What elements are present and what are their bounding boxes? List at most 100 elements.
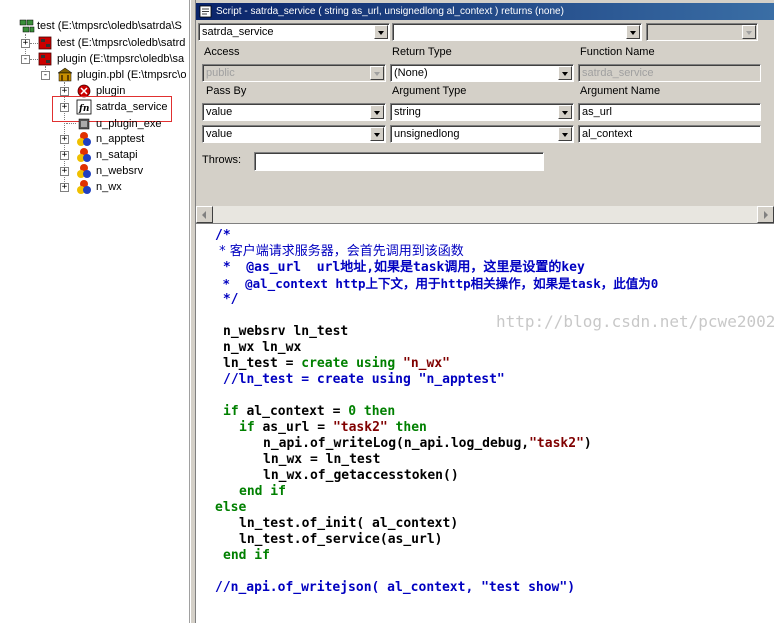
ancestor-selector[interactable] [646,23,758,41]
expand-toggle[interactable]: + [60,183,69,192]
return-type-value: (None) [394,67,428,79]
throws-label: Throws: [202,154,242,166]
dropdown-arrow-icon[interactable] [742,25,756,39]
tree-node-label: n_wx [96,181,122,193]
system-tree-panel: test (E:\tmpsrc\oledb\satrda\S + test (E… [0,0,190,623]
code-line: ln_test.of_init( al_context) [239,516,459,531]
function-name-label: Function Name [580,46,655,58]
code-line: ln_wx = ln_test [263,452,381,467]
code-keyword: then [387,420,427,435]
dropdown-arrow-icon[interactable] [374,25,388,39]
code-editor[interactable]: /* * 客户端请求服务器，会首先调用到该函数 * @as_url url地址,… [196,223,774,623]
code-comment-line: //ln_test = create using "n_apptest" [223,372,505,387]
arg2-type-value: unsignedlong [394,128,460,140]
tree-node-n-websrv[interactable]: + n_websrv [0,163,189,179]
expand-toggle[interactable]: + [60,135,69,144]
code-keyword: if [223,404,239,419]
arg2-pass-by-select[interactable]: value [202,125,386,143]
event-selector[interactable] [392,23,642,41]
tree-node-label: n_apptest [96,133,145,145]
arg1-name-field[interactable]: as_url [578,103,761,121]
code-line: * @al_context http上下文，用于http相关操作，如果是task… [215,276,659,291]
script-window-icon [199,5,212,18]
code-keyword: then [356,404,396,419]
arg1-pass-by-select[interactable]: value [202,103,386,121]
nonvisual-object-icon [77,132,91,146]
code-token: n_api.of_writeLog(n_api.log_debug, [263,436,530,451]
tree-node-label: test (E:\tmpsrc\oledb\satrd [57,37,186,49]
tree-node-plugin-target[interactable]: - plugin (E:\tmpsrc\oledb\sa [0,51,189,67]
arg1-type-value: string [394,106,421,118]
arg2-pass-by-value: value [206,128,233,140]
script-painter: Script - satrda_service ( string as_url,… [196,0,774,623]
tree-node-test-target[interactable]: + test (E:\tmpsrc\oledb\satrd [0,35,189,51]
function-name-value: satrda_service [582,67,654,79]
code-line: if as_url = "task2" then [239,420,427,436]
code-string: "task2" [529,436,584,451]
code-line: * 客户端请求服务器，会首先调用到该函数 [215,244,464,259]
code-line: /* [215,228,231,243]
expand-toggle[interactable]: + [60,167,69,176]
horizontal-scrollbar[interactable] [196,206,774,223]
code-string: "n_wx" [403,356,450,371]
function-name-field[interactable]: satrda_service [578,64,761,82]
tree-node-label: u_plugin_exe [96,118,162,130]
script-window-titlebar[interactable]: Script - satrda_service ( string as_url,… [196,3,774,20]
code-line: * @as_url url地址,如果是task调用，这里是设置的key [215,260,585,275]
access-select[interactable]: public [202,64,386,82]
return-type-select[interactable]: (None) [390,64,574,82]
arg1-name-value: as_url [582,106,612,118]
return-type-label: Return Type [392,46,452,58]
tree-node-library[interactable]: - plugin.pbl (E:\tmpsrc\o [0,67,189,83]
scroll-left-button[interactable] [196,206,213,223]
throws-field[interactable] [254,152,544,171]
object-selector-value: satrda_service [202,26,274,38]
watermark: http://blog.csdn.net/pcwe2002 [496,312,774,331]
tree-node-u-plugin-exe[interactable]: u_plugin_exe [0,116,189,132]
nonvisual-object-icon [77,180,91,194]
workspace-icon [19,19,35,33]
scroll-right-button[interactable] [757,206,774,223]
arg2-name-value: al_context [582,128,633,140]
tree-node-workspace[interactable]: test (E:\tmpsrc\oledb\satrda\S [0,18,189,34]
tree-node-n-wx[interactable]: + n_wx [0,179,189,195]
tree-node-label: test (E:\tmpsrc\oledb\satrda\S [37,20,182,32]
dropdown-arrow-icon[interactable] [558,66,572,80]
dropdown-arrow-icon[interactable] [558,127,572,141]
arg2-type-select[interactable]: unsignedlong [390,125,574,143]
code-keyword: create using [301,356,404,371]
arg1-type-select[interactable]: string [390,103,574,121]
tree-node-n-apptest[interactable]: + n_apptest [0,131,189,147]
nonvisual-object-icon [77,164,91,178]
target-icon [38,36,52,50]
expand-toggle[interactable]: + [60,151,69,160]
collapse-toggle[interactable]: - [41,71,50,80]
code-line: n_websrv ln_test [223,324,349,339]
code-comment-line: //n_api.of_writejson( al_context, "test … [215,580,576,595]
code-line: ln_wx.of_getaccesstoken() [263,468,459,483]
dropdown-arrow-icon[interactable] [370,66,384,80]
code-token: ln_test = [223,356,302,371]
dropdown-arrow-icon[interactable] [558,105,572,119]
code-line: n_api.of_writeLog(n_api.log_debug,"task2… [263,436,592,452]
tree-node-label: n_satapi [96,149,138,161]
arg2-name-field[interactable]: al_context [578,125,761,143]
expand-toggle[interactable]: + [21,39,30,48]
object-selector[interactable]: satrda_service [198,23,390,41]
arg1-pass-by-value: value [206,106,233,118]
script-window-title: Script - satrda_service ( string as_url,… [216,6,564,17]
code-keyword-line: else [215,500,247,515]
collapse-toggle[interactable]: - [21,55,30,64]
dropdown-arrow-icon[interactable] [370,105,384,119]
dropdown-arrow-icon[interactable] [370,127,384,141]
code-line: ln_test.of_service(as_url) [239,532,443,547]
expand-toggle[interactable]: + [60,87,69,96]
code-line: */ [215,292,239,307]
code-token: as_url = [254,420,333,435]
code-string: "task2" [332,420,388,435]
pass-by-label: Pass By [206,85,247,97]
access-label: Access [204,46,240,58]
tree-node-n-satapi[interactable]: + n_satapi [0,147,189,163]
dropdown-arrow-icon[interactable] [626,25,640,39]
nonvisual-object-icon [77,148,91,162]
